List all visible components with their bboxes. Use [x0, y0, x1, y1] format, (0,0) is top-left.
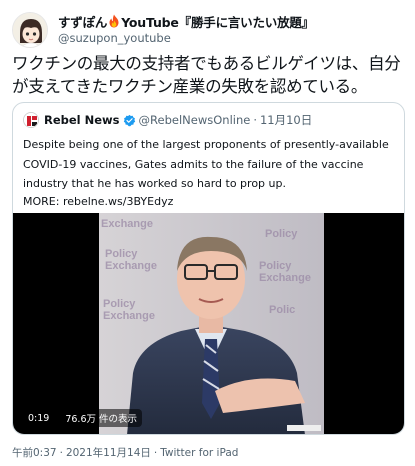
author-avatar[interactable] — [12, 12, 48, 48]
video-views: 76.6万 件の表示 — [60, 409, 143, 427]
rebel-news-logo-icon — [24, 113, 38, 127]
tweet-header: すずぽん YouTube『勝手に言いたい放題』 @suzupon_youtube — [10, 8, 405, 52]
quoted-tweet-header: Rebel News @RebelNewsOnline · 11月10日 — [23, 111, 312, 129]
video-player[interactable]: Exchange Policy Exchange Policy Exchange… — [13, 213, 404, 434]
video-thumbnail: Exchange Policy Exchange Policy Exchange… — [99, 213, 324, 434]
quoted-tweet[interactable]: Rebel News @RebelNewsOnline · 11月10日 Des… — [12, 102, 405, 435]
quoted-body: Despite being one of the largest propone… — [23, 138, 389, 190]
quoted-name[interactable]: Rebel News — [44, 113, 120, 127]
post-date[interactable]: 2021年11月14日 — [66, 447, 151, 459]
svg-text:Exchange: Exchange — [105, 260, 157, 272]
tweet-text: ワクチンの最大の支持者でもあるビルゲイツは、自分が支えてきたワクチン産業の失敗を… — [12, 54, 401, 96]
footer-separator: · — [59, 447, 63, 459]
post-source[interactable]: Twitter for iPad — [160, 447, 238, 459]
video-frame: Exchange Policy Exchange Policy Exchange… — [99, 213, 324, 434]
author-name-row[interactable]: すずぽん YouTube『勝手に言いたい放題』 — [58, 12, 314, 30]
svg-text:Polic: Polic — [269, 304, 295, 316]
video-time: 0:19 — [23, 410, 55, 426]
author-handle[interactable]: @suzupon_youtube — [58, 31, 171, 45]
tweet: すずぽん YouTube『勝手に言いたい放題』 @suzupon_youtube… — [0, 0, 415, 466]
quoted-handle[interactable]: @RebelNewsOnline — [139, 113, 251, 127]
svg-text:Policy: Policy — [103, 298, 136, 310]
svg-text:Exchange: Exchange — [101, 218, 153, 230]
video-meta: 0:19 76.6万 件の表示 — [23, 409, 143, 427]
fire-icon — [109, 14, 119, 28]
quoted-date[interactable]: 11月10日 — [260, 112, 312, 128]
svg-text:Policy: Policy — [105, 248, 138, 260]
quoted-separator: · — [253, 113, 257, 127]
svg-text:Exchange: Exchange — [103, 310, 155, 322]
svg-text:Exchange: Exchange — [259, 272, 311, 284]
display-name-prefix[interactable]: すずぽん — [58, 12, 107, 31]
svg-text:Policy: Policy — [259, 260, 292, 272]
svg-text:Policy: Policy — [265, 228, 298, 240]
anime-avatar-icon — [13, 13, 47, 47]
verified-badge-icon — [123, 114, 135, 126]
tweet-footer: 午前0:37 · 2021年11月14日 · Twitter for iPad — [12, 445, 238, 460]
quoted-more-link[interactable]: MORE: rebelne.ws/3BYEdyz — [23, 195, 173, 208]
post-time[interactable]: 午前0:37 — [12, 447, 57, 459]
rebel-news-avatar[interactable] — [23, 112, 39, 128]
display-name-suffix[interactable]: YouTube『勝手に言いたい放題』 — [121, 12, 314, 31]
footer-separator-2: · — [153, 447, 158, 459]
